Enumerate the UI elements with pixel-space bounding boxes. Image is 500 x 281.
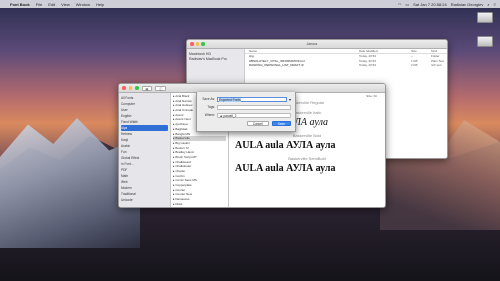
cancel-button[interactable]: Cancel: [246, 121, 269, 126]
tags-input[interactable]: [217, 104, 291, 110]
font-name: Arial Narrow: [175, 98, 192, 103]
minimize-button[interactable]: [195, 42, 199, 46]
minimize-button[interactable]: [128, 86, 132, 90]
file-size: 1 KB: [411, 58, 418, 63]
font-name: Damascus: [175, 197, 190, 202]
font-name: Bangla MN: [175, 131, 191, 136]
font-name: Didot: [175, 201, 183, 206]
font-name: Courier: [175, 187, 186, 192]
font-name: Bradley Hand: [175, 150, 194, 155]
file-name: ABSOLUTELY_VITAL_INFORMATION.txt: [249, 58, 305, 63]
desktop-drive[interactable]: [474, 12, 496, 25]
sample-text: AULA aula АУЛА аула: [235, 140, 336, 151]
file-kind: rich text: [431, 63, 442, 68]
tags-row: Tags:: [201, 103, 291, 111]
save-dialog: Save As: Exported Fonts ▾ Tags: Where: ▰…: [196, 92, 296, 132]
menu-app-name[interactable]: Font Book: [10, 2, 30, 7]
font-name: Arial Hebrew: [175, 103, 193, 108]
info-button[interactable]: ⓘ: [155, 85, 167, 91]
font-name: Ayuthaya: [175, 122, 188, 127]
column-name[interactable]: Name: [249, 49, 359, 53]
size-value[interactable]: Fit: [374, 94, 377, 98]
finder-titlebar: Jaruna: [187, 40, 447, 49]
collections-list: All Fonts Computer User English Fixed Wi…: [119, 93, 171, 207]
file-size: 2 KB: [411, 63, 418, 68]
file-size: --: [411, 54, 413, 59]
finder-title: Jaruna: [306, 42, 318, 46]
sample-label: Baskerville Bold: [292, 133, 322, 138]
file-date: Today, 20:54: [359, 63, 376, 68]
save-as-row: Save As: Exported Fonts ▾: [201, 95, 291, 103]
hard-drive-icon: [477, 12, 493, 23]
menu-clock[interactable]: Sat Jan 7 20:58:24: [413, 2, 447, 7]
font-name: Chalkboard: [175, 159, 191, 164]
font-name: Avenir: [175, 112, 184, 117]
hard-drive-icon: [477, 36, 493, 47]
font-name: Brush Script MT: [175, 154, 197, 159]
close-button[interactable]: [190, 42, 194, 46]
column-size[interactable]: Size: [411, 49, 431, 53]
menu-item-window[interactable]: Window: [76, 2, 90, 7]
font-name: Arial Black: [175, 94, 190, 98]
wifi-icon[interactable]: ◠: [398, 2, 402, 7]
menu-bar: Font Book File Edit View Window Help ◠ ▭…: [0, 0, 500, 8]
save-as-label: Save As:: [202, 97, 215, 101]
dialog-buttons: Cancel Save: [201, 121, 291, 126]
font-name: Chalkduster: [175, 164, 192, 169]
close-button[interactable]: [122, 86, 126, 90]
where-value: parvati_2: [223, 113, 237, 118]
battery-icon[interactable]: ▭: [405, 2, 409, 7]
size-label: Size:: [366, 94, 373, 98]
tags-label: Tags:: [207, 105, 215, 109]
font-name: Futura: [175, 207, 184, 208]
file-row[interactable]: RANKING_PERSONAL_LIST_DRAFT.rtf Today, 2…: [245, 63, 447, 68]
view-toggle-button[interactable]: ▤: [141, 85, 153, 91]
font-name: Bodoni 72: [175, 145, 189, 150]
font-name: Cochin: [175, 173, 185, 178]
font-name: Arial Unicode: [175, 108, 194, 113]
where-row: Where: ▰ parvati_2: [201, 111, 291, 119]
sample-label: Baskerville SemiBold: [288, 156, 326, 161]
finder-sidebar-item[interactable]: Radislav's MacBook Pro: [189, 57, 242, 62]
font-name: Charter: [175, 169, 186, 173]
menu-user[interactable]: Radislav Georgiev: [451, 2, 484, 7]
column-kind[interactable]: Kind: [431, 49, 437, 53]
menu-item-help[interactable]: Help: [96, 2, 104, 7]
file-kind: Folder: [431, 54, 440, 59]
file-date: Today, 20:54: [359, 58, 376, 63]
file-name: RANKING_PERSONAL_LIST_DRAFT.rtf: [249, 63, 304, 68]
font-name: Courier New: [175, 192, 193, 197]
font-name: Comic Sans MS: [175, 178, 197, 183]
file-kind: Plain Text: [431, 58, 444, 63]
save-button[interactable]: Save: [271, 121, 291, 126]
file-name: Arg: [249, 54, 254, 59]
menu-item-file[interactable]: File: [36, 2, 42, 7]
sample-text: AULA aula АУЛА аула: [235, 163, 336, 174]
menu-list-icon[interactable]: ≡: [494, 2, 496, 7]
menu-item-view[interactable]: View: [61, 2, 70, 7]
font-name: Copperplate: [175, 183, 192, 188]
font-name: Avenir Next: [175, 117, 191, 122]
save-as-value: Exported Fonts: [219, 97, 241, 102]
search-icon[interactable]: ⌕: [487, 2, 489, 7]
font-name: Baghdad: [175, 126, 188, 131]
file-date: Today, 20:54: [359, 54, 376, 59]
font-name: Baskerville: [175, 136, 190, 141]
collection-item[interactable]: Unicode: [121, 197, 168, 203]
menu-item-edit[interactable]: Edit: [48, 2, 55, 7]
size-control[interactable]: Size: Fit: [366, 94, 377, 98]
zoom-button[interactable]: [201, 42, 205, 46]
save-as-input[interactable]: Exported Fonts: [217, 96, 287, 102]
expand-chevron-icon[interactable]: ▾: [289, 97, 291, 102]
where-label: Where:: [204, 113, 215, 117]
where-select[interactable]: ▰ parvati_2: [217, 112, 291, 118]
font-list-item[interactable]: ▸ Futura: [173, 207, 226, 208]
desktop-drive-2[interactable]: [474, 36, 496, 49]
column-date[interactable]: Date Modified: [359, 49, 411, 53]
zoom-button[interactable]: [135, 86, 139, 90]
font-name: Big Caslon: [175, 140, 190, 145]
